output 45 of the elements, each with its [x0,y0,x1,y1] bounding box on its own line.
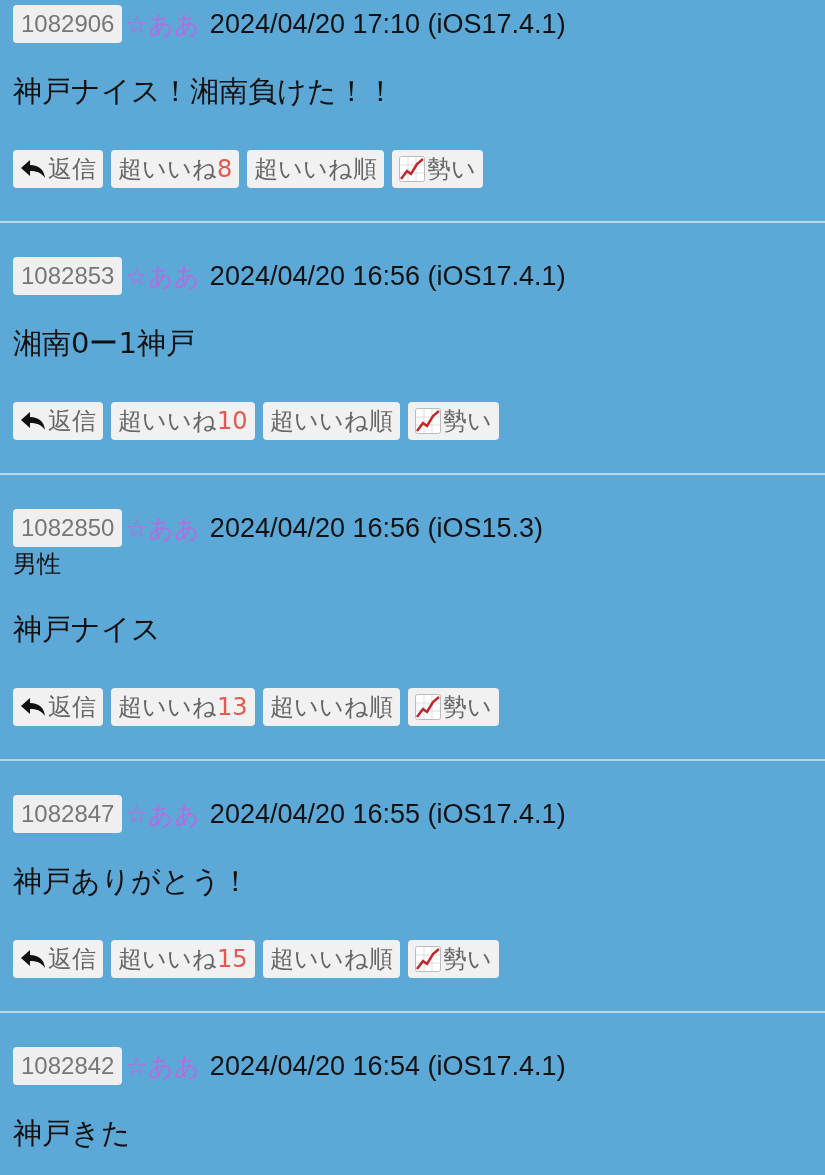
super-like-button[interactable]: 超いいね8 [111,150,240,188]
chart-icon [399,156,426,182]
user-name: ☆ああ [125,1050,200,1083]
reply-arrow-icon [20,411,46,431]
post-number: 1082853 [13,257,123,295]
sort-by-likes-button[interactable]: 超いいね順 [247,150,385,188]
sort-by-likes-button[interactable]: 超いいね順 [262,940,400,978]
super-like-button[interactable]: 超いいね15 [111,940,255,978]
trend-button[interactable]: 勢い [392,150,484,188]
post-body: 神戸ナイス！湘南負けた！！ [13,73,395,110]
super-like-button[interactable]: 超いいね10 [111,402,255,440]
chart-icon [414,946,441,972]
chart-icon [414,408,441,434]
post-number: 1082906 [13,5,123,43]
post-date: 2024/04/20 16:56 (iOS17.4.1) [209,260,566,292]
trend-button[interactable]: 勢い [407,402,499,440]
reply-button[interactable]: 返信 [13,150,103,188]
user-name: ☆ああ [125,8,200,41]
reply-arrow-icon [20,159,46,179]
post-body: 神戸ありがとう！ [13,863,250,900]
reply-button[interactable]: 返信 [13,940,103,978]
reply-button[interactable]: 返信 [13,402,103,440]
post-number: 1082850 [13,509,123,547]
chart-icon [414,694,441,720]
trend-button[interactable]: 勢い [407,688,499,726]
post-body: 神戸ナイス [13,611,161,648]
reply-button[interactable]: 返信 [13,688,103,726]
user-name: ☆ああ [125,512,200,545]
user-name: ☆ああ [125,798,200,831]
post-number: 1082842 [13,1047,123,1085]
trend-button[interactable]: 勢い [407,940,499,978]
sort-by-likes-button[interactable]: 超いいね順 [262,688,400,726]
post-date: 2024/04/20 16:54 (iOS17.4.1) [209,1050,566,1082]
sort-by-likes-button[interactable]: 超いいね順 [262,402,400,440]
post-date: 2024/04/20 17:10 (iOS17.4.1) [209,8,566,40]
user-name: ☆ああ [125,260,200,293]
super-like-button[interactable]: 超いいね13 [111,688,255,726]
reply-arrow-icon [20,697,46,717]
user-gender: 男性 [13,549,61,580]
reply-arrow-icon [20,949,46,969]
post-body: 湘南0ー1神戸 [13,325,195,362]
post-body: 神戸きた [13,1115,131,1152]
post-number: 1082847 [13,795,123,833]
post-date: 2024/04/20 16:56 (iOS15.3) [209,512,544,544]
post-date: 2024/04/20 16:55 (iOS17.4.1) [209,798,566,830]
